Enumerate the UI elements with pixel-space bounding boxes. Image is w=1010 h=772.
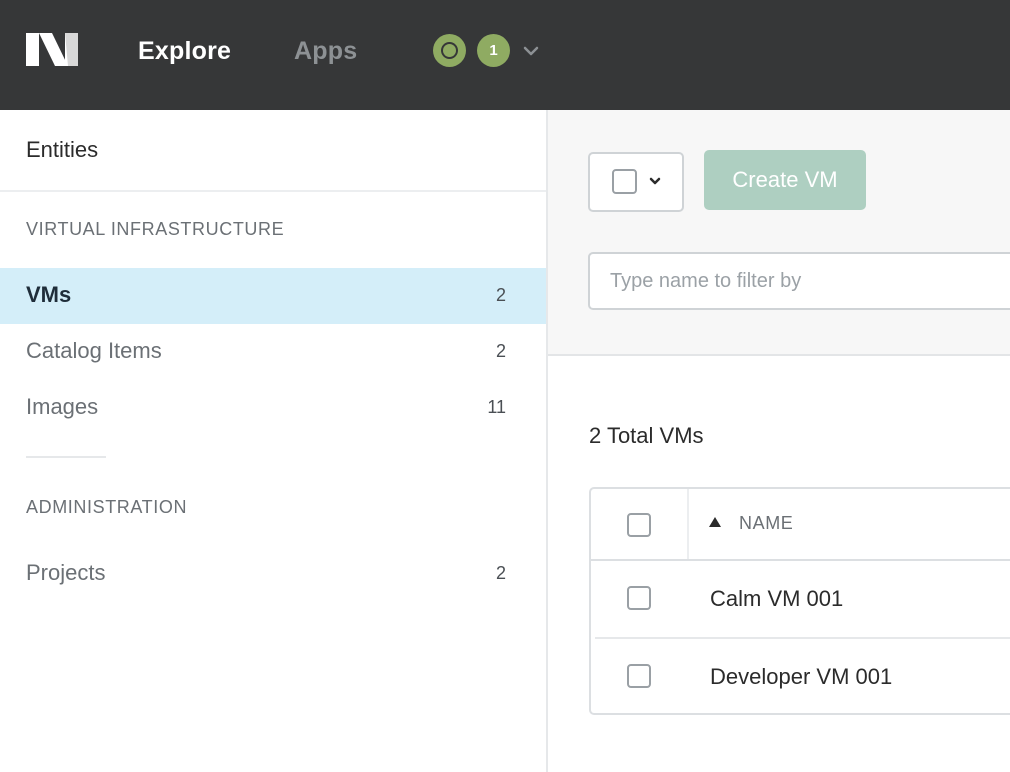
sidebar-item-images[interactable]: Images 11 bbox=[0, 380, 546, 436]
bulk-select-dropdown[interactable] bbox=[588, 152, 684, 212]
table-row[interactable]: Developer VM 001 bbox=[595, 639, 1010, 715]
vm-name-link[interactable]: Calm VM 001 bbox=[710, 585, 843, 613]
vm-name-link[interactable]: Developer VM 001 bbox=[710, 663, 892, 691]
total-vms-label: 2 Total VMs bbox=[589, 423, 704, 448]
sidebar-item-vms[interactable]: VMs 2 bbox=[0, 268, 546, 324]
sidebar-item-label: Catalog Items bbox=[26, 338, 162, 363]
sidebar: Entities VIRTUAL INFRASTRUCTURE VMs 2 Ca… bbox=[0, 110, 548, 772]
select-all-checkbox[interactable] bbox=[612, 169, 637, 194]
chevron-down-icon[interactable] bbox=[523, 44, 539, 58]
table-row[interactable]: Calm VM 001 bbox=[595, 561, 1010, 639]
row-checkbox[interactable] bbox=[627, 664, 651, 688]
sidebar-header: Entities bbox=[0, 110, 546, 192]
top-navigation-bar: Explore Apps 1 bbox=[0, 0, 1010, 110]
chevron-down-icon bbox=[649, 177, 661, 185]
notification-badge[interactable]: 1 bbox=[477, 34, 510, 67]
sidebar-item-label: Projects bbox=[26, 560, 106, 585]
sidebar-item-count: 11 bbox=[487, 397, 506, 417]
section-label-virtual-infrastructure: VIRTUAL INFRASTRUCTURE bbox=[26, 219, 285, 239]
sidebar-item-count: 2 bbox=[495, 285, 506, 305]
column-header-name[interactable]: NAME bbox=[739, 513, 793, 534]
vm-table: NAME Calm VM 001 Developer VM 001 bbox=[589, 487, 1010, 715]
section-label-administration: ADMINISTRATION bbox=[26, 497, 188, 517]
sidebar-item-label: VMs bbox=[26, 282, 72, 307]
row-checkbox[interactable] bbox=[627, 586, 651, 610]
create-vm-button[interactable]: Create VM bbox=[704, 150, 866, 210]
status-ring-icon[interactable] bbox=[433, 34, 466, 67]
sidebar-item-catalog-items[interactable]: Catalog Items 2 bbox=[0, 324, 546, 380]
nav-apps-link[interactable]: Apps bbox=[294, 36, 357, 66]
header-checkbox-cell bbox=[591, 489, 689, 559]
table-header-row: NAME bbox=[591, 489, 1010, 561]
sort-ascending-icon[interactable] bbox=[709, 517, 721, 527]
sidebar-item-label: Images bbox=[26, 394, 99, 419]
sidebar-title: Entities bbox=[26, 137, 99, 162]
toolbar-area: Create VM bbox=[548, 110, 1010, 356]
sidebar-divider bbox=[26, 456, 106, 458]
sidebar-item-projects[interactable]: Projects 2 bbox=[0, 546, 546, 602]
nav-explore-link[interactable]: Explore bbox=[138, 36, 231, 66]
nutanix-logo-icon[interactable] bbox=[26, 33, 78, 66]
select-all-rows-checkbox[interactable] bbox=[627, 513, 651, 537]
sidebar-item-count: 2 bbox=[495, 563, 506, 583]
filter-input[interactable] bbox=[588, 252, 1010, 310]
sidebar-item-count: 2 bbox=[495, 341, 506, 361]
